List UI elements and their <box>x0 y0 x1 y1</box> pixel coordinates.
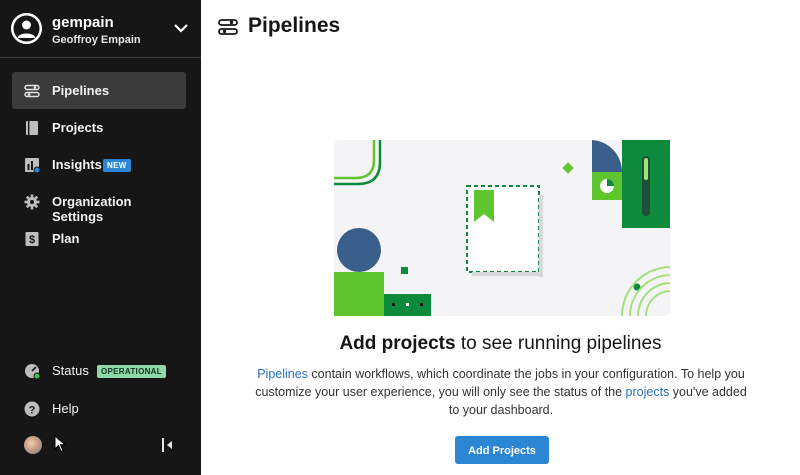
sidebar-item-label: Help <box>52 401 79 416</box>
empty-state-headline: Add projects to see running pipelines <box>201 333 800 355</box>
sidebar-item-label: Status <box>52 363 89 378</box>
dollar-icon: $ <box>25 232 39 246</box>
sidebar-item-organization-settings[interactable]: Organization Settings <box>12 183 186 224</box>
add-projects-button[interactable]: Add Projects <box>455 436 549 464</box>
sidebar-item-insights[interactable]: Insights NEW <box>12 146 186 183</box>
empty-state-description: Pipelines contain workflows, which coord… <box>251 365 751 419</box>
sidebar-item-status[interactable]: Status OPERATIONAL <box>12 352 186 389</box>
org-user-name: Geoffroy Empain <box>52 34 141 46</box>
chevron-down-icon[interactable] <box>173 20 189 36</box>
new-badge: NEW <box>103 159 131 172</box>
sidebar: gempain Geoffroy Empain Pipelines Projec… <box>0 0 201 475</box>
sidebar-item-help[interactable]: ? Help <box>12 390 186 427</box>
sidebar-item-label: Insights <box>52 157 102 172</box>
collapse-sidebar-icon[interactable] <box>160 437 174 453</box>
pipelines-icon <box>24 84 40 98</box>
svg-text:?: ? <box>29 404 36 416</box>
org-switcher[interactable]: gempain Geoffroy Empain <box>0 0 201 58</box>
status-gauge-icon <box>25 364 40 379</box>
sidebar-item-projects[interactable]: Projects <box>12 109 186 146</box>
status-badge: OPERATIONAL <box>97 365 166 378</box>
empty-state-illustration <box>334 140 670 316</box>
sidebar-item-label: Plan <box>52 231 80 246</box>
sidebar-item-label: Pipelines <box>52 83 110 98</box>
sidebar-item-label: Projects <box>52 120 104 135</box>
book-icon <box>26 121 38 135</box>
sidebar-item-pipelines[interactable]: Pipelines <box>12 72 186 109</box>
org-name: gempain <box>52 14 114 31</box>
avatar[interactable] <box>24 436 42 454</box>
svg-text:$: $ <box>29 234 35 246</box>
gear-icon <box>24 194 40 210</box>
org-avatar <box>11 13 42 44</box>
page-title: Pipelines <box>248 14 341 37</box>
insights-chart-icon <box>25 158 40 173</box>
main-content: Pipelines Add projects to see running pi… <box>201 0 800 475</box>
sidebar-item-plan[interactable]: $ Plan <box>12 220 186 257</box>
pipelines-link[interactable]: Pipelines <box>257 367 308 381</box>
pipelines-icon <box>218 19 238 35</box>
user-silhouette-icon <box>11 13 42 44</box>
projects-link[interactable]: projects <box>626 385 670 399</box>
mouse-cursor-icon <box>54 435 66 453</box>
headline-bold: Add projects <box>339 333 456 354</box>
headline-rest: to see running pipelines <box>455 333 662 354</box>
help-icon: ? <box>24 401 40 417</box>
